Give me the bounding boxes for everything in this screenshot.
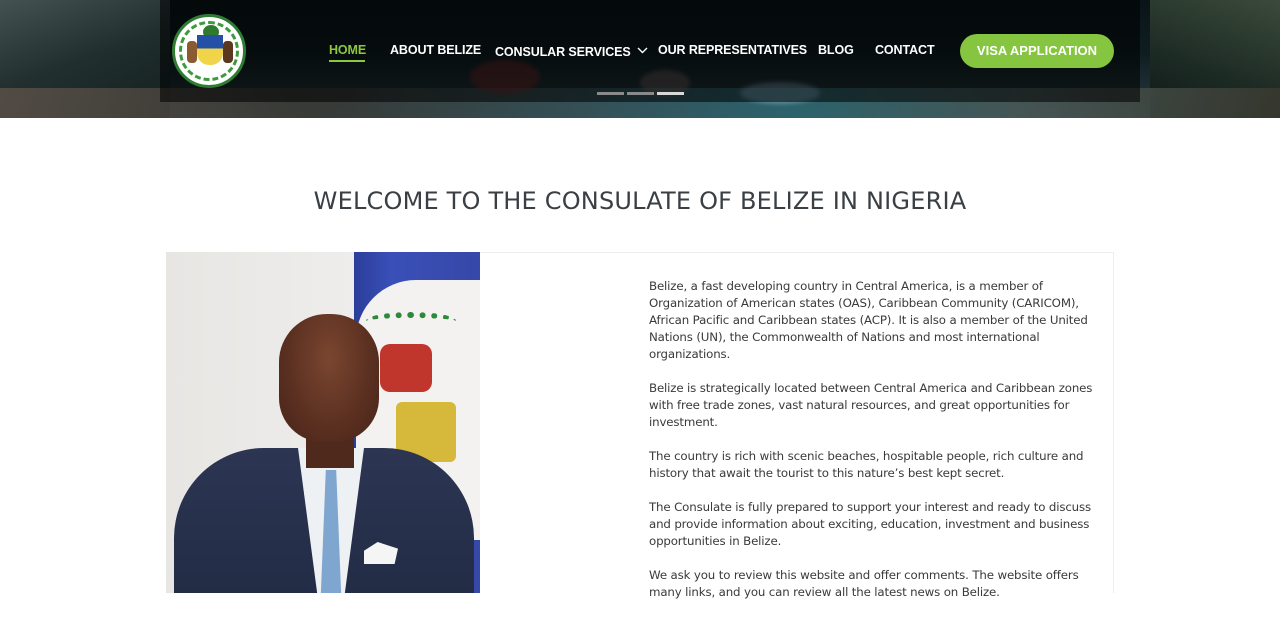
portrait-face xyxy=(279,314,379,442)
paragraph: We ask you to review this website and of… xyxy=(649,568,1079,599)
slider-dot[interactable] xyxy=(597,92,624,95)
slider-dot[interactable] xyxy=(627,92,654,95)
nav-active-underline xyxy=(329,60,365,62)
site-header: HOME ABOUT BELIZE CONSULAR SERVICES OUR … xyxy=(0,0,1280,118)
page-title: WELCOME TO THE CONSULATE OF BELIZE IN NI… xyxy=(313,187,967,215)
nav-contact[interactable]: CONTACT xyxy=(875,43,935,57)
paragraph: The country is rich with scenic beaches,… xyxy=(649,449,1084,480)
nav-our-representatives[interactable]: OUR REPRESENTATIVES xyxy=(658,43,807,57)
nav-consular-services-label: CONSULAR SERVICES xyxy=(495,45,631,59)
welcome-text: Belize, a fast developing country in Cen… xyxy=(649,278,1101,618)
nav-home[interactable]: HOME xyxy=(329,43,366,57)
paragraph: The Consulate is fully prepared to suppo… xyxy=(649,500,1091,548)
visa-application-button[interactable]: VISA APPLICATION xyxy=(960,34,1114,68)
chevron-down-icon xyxy=(637,43,648,57)
nav-about-belize[interactable]: ABOUT BELIZE xyxy=(390,43,481,57)
paragraph: Belize is strategically located between … xyxy=(649,381,1093,429)
nav-consular-services[interactable]: CONSULAR SERVICES xyxy=(495,43,648,59)
slider-dot-active[interactable] xyxy=(657,92,684,95)
nav-blog[interactable]: BLOG xyxy=(818,43,854,57)
consul-portrait xyxy=(166,252,480,593)
paragraph: Belize, a fast developing country in Cen… xyxy=(649,279,1088,361)
